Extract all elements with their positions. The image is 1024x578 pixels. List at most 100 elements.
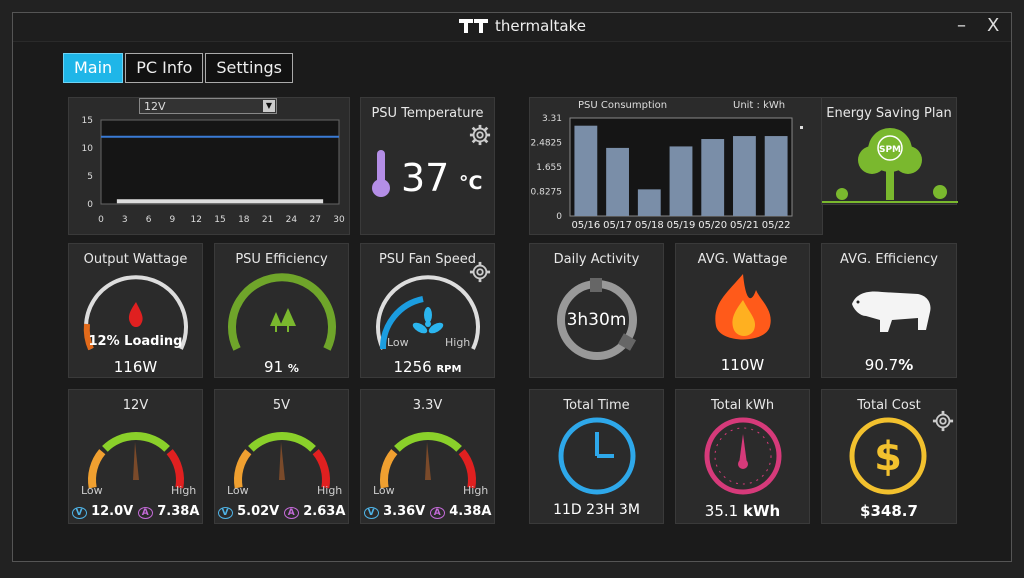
plot-area xyxy=(100,119,340,205)
consumption-bar xyxy=(606,147,629,216)
x-tick-label: 05/20 xyxy=(698,220,727,231)
svg-text:$: $ xyxy=(874,434,902,480)
psu-efficiency-gauge xyxy=(228,273,336,351)
consumption-bar xyxy=(669,146,693,216)
x-tick-label: 15 xyxy=(214,215,225,225)
x-tick-label: 05/22 xyxy=(762,220,791,231)
y-tick-label: 0 xyxy=(87,200,93,210)
spm-logo-text: SPM xyxy=(879,145,901,155)
y-tick-label: 10 xyxy=(82,144,94,154)
psu-efficiency-value: 91 xyxy=(264,358,284,376)
app-window: thermaltake – X Main PC Info Settings 12… xyxy=(12,12,1012,562)
x-tick-label: 05/18 xyxy=(635,220,664,231)
total-time-tile: Total Time 11D 23H 3M xyxy=(529,389,664,524)
psu-efficiency-value-wrap: 91 % xyxy=(215,358,348,376)
close-button[interactable]: X xyxy=(987,15,999,36)
psu-efficiency-tile: PSU Efficiency 91 % xyxy=(214,243,349,378)
ampere-icon: A xyxy=(137,507,153,519)
consumption-bar xyxy=(764,136,788,216)
ampere-icon: A xyxy=(429,507,445,519)
psu-fan-speed-tile: PSU Fan Speed Low High 1256 RPM xyxy=(360,243,495,378)
rail-high-label: High xyxy=(317,484,343,497)
tt-logo-icon xyxy=(459,19,488,33)
x-tick-label: 27 xyxy=(309,215,320,225)
total-time-value: 11D 23H 3M xyxy=(553,502,640,518)
x-tick-label: 05/17 xyxy=(603,220,632,231)
gauge-arc xyxy=(234,449,252,489)
total-time-title: Total Time xyxy=(563,398,630,413)
psu-consumption-tile: PSU Consumption Unit : kWh 0 0.8275 1.655 2… xyxy=(529,97,823,235)
avg-wattage-tile: AVG. Wattage 110W xyxy=(675,243,810,378)
gauge-arc xyxy=(88,449,106,489)
x-tick-label: 21 xyxy=(262,215,273,225)
rail-volts: 12.0V xyxy=(91,504,134,519)
rail-values: V 5.02V A 2.63A xyxy=(215,504,348,519)
x-tick-label: 05/19 xyxy=(667,220,696,231)
consumption-bar xyxy=(733,136,756,216)
minimize-button[interactable]: – xyxy=(957,15,966,36)
output-loading: 12% Loading xyxy=(88,334,183,349)
gauge-arc xyxy=(166,449,184,489)
gauge-needle xyxy=(425,442,431,480)
gauge-needle xyxy=(133,442,139,480)
rail-12v-tile: 12V Low High V 12.0V A 7.38A xyxy=(68,389,203,524)
total-kwh-tile: Total kWh 35.1 kWh xyxy=(675,389,810,524)
rail-voltage-chart: 0 3 6 9 12 15 18 21 24 27 30 0 5 10 15 xyxy=(82,116,345,225)
avg-efficiency-value: 90.7 xyxy=(864,356,899,374)
rail-volts: 5.02V xyxy=(237,504,280,519)
chart-dot xyxy=(800,126,803,129)
brand-name: thermaltake xyxy=(495,17,586,35)
flame-icon xyxy=(128,302,143,327)
gear-icon[interactable] xyxy=(469,124,491,146)
voltage-icon: V xyxy=(217,507,233,519)
rail-voltage-chart-tile: 12V ▼ 0 3 6 9 12 15 18 21 24 27 30 0 5 10 15 xyxy=(68,97,350,235)
tab-main[interactable]: Main xyxy=(63,53,124,83)
tab-settings[interactable]: Settings xyxy=(205,53,294,83)
x-tick-label: 05/21 xyxy=(730,220,759,231)
daily-activity-tile: Daily Activity 3h30m xyxy=(529,243,664,378)
rail-low-label: Low xyxy=(81,484,103,497)
dollar-coin-icon: $ xyxy=(849,417,927,495)
rail-low-label: Low xyxy=(227,484,249,497)
title-bar: thermaltake – X xyxy=(13,13,1011,42)
avg-efficiency-title: AVG. Efficiency xyxy=(840,252,938,267)
brand-logo: thermaltake xyxy=(459,17,586,35)
rail-3v3-tile: 3.3V Low High V 3.36V A 4.38A xyxy=(360,389,495,524)
speedometer-icon xyxy=(704,417,782,495)
rail-values: V 12.0V A 7.38A xyxy=(69,504,202,519)
fan-speed-value-wrap: 1256 RPM xyxy=(361,358,494,376)
avg-efficiency-tile: AVG. Efficiency 90.7% xyxy=(821,243,957,378)
rail-values: V 3.36V A 4.38A xyxy=(361,504,494,519)
y-tick-label: 0 xyxy=(556,212,562,222)
fan-icon xyxy=(412,307,444,334)
x-tick-label: 3 xyxy=(122,215,128,225)
tree-icon: SPM xyxy=(822,128,958,203)
consumption-bar xyxy=(701,139,725,216)
daily-activity-value: 3h30m xyxy=(566,310,627,330)
x-tick-label: 05/16 xyxy=(571,220,600,231)
energy-saving-plan-tile[interactable]: Energy Saving Plan SPM xyxy=(821,97,958,205)
flame-icon xyxy=(715,274,771,340)
voltage-icon: V xyxy=(71,507,87,519)
polar-bear-icon xyxy=(852,291,931,332)
x-tick-label: 18 xyxy=(238,215,250,225)
fan-speed-gauge xyxy=(376,275,480,350)
rail-12v-gauge xyxy=(88,432,184,489)
temperature-value: 37 xyxy=(401,156,450,200)
y-tick-label: 5 xyxy=(87,172,93,182)
tab-pc-info[interactable]: PC Info xyxy=(125,53,204,83)
gauge-arc xyxy=(380,449,398,489)
ampere-icon: A xyxy=(283,507,299,519)
consumption-chart: 00.82751.6552.48253.3105/16 05/17 05/18 05/… xyxy=(531,114,803,231)
avg-wattage-value: 110W xyxy=(720,356,765,374)
rail-3v3-gauge xyxy=(380,432,476,489)
total-cost-value: $348.7 xyxy=(860,502,918,520)
fan-high-label: High xyxy=(445,336,471,349)
rail-5v-gauge xyxy=(234,432,330,489)
fan-low-label: Low xyxy=(387,336,409,349)
rail-amps: 7.38A xyxy=(157,504,200,519)
y-tick-label: 1.655 xyxy=(536,163,562,173)
gauge-arc xyxy=(394,432,462,452)
psu-efficiency-unit: % xyxy=(287,362,299,375)
x-tick-label: 24 xyxy=(286,215,298,225)
